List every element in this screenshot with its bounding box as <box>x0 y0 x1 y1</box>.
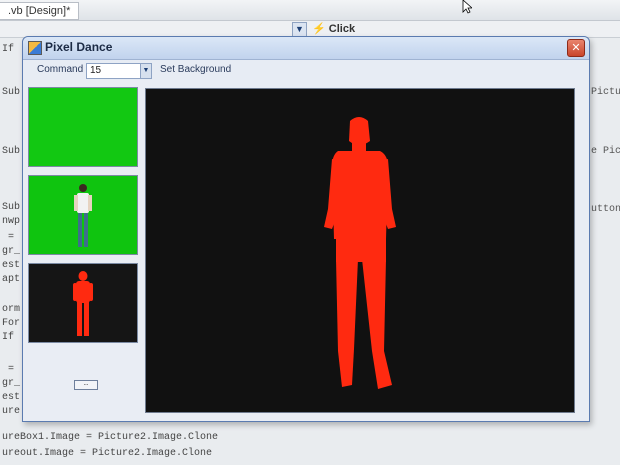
code-line: est <box>2 260 21 271</box>
chevron-down-icon[interactable]: ▼ <box>140 64 151 78</box>
window-title: Pixel Dance <box>45 40 113 54</box>
code-line: e Pic <box>591 146 620 157</box>
code-line: orm <box>2 304 21 315</box>
code-line: Sub <box>2 202 21 213</box>
set-background-button[interactable]: Set Background <box>160 64 231 75</box>
mouse-cursor-icon <box>462 0 472 14</box>
person-figure <box>74 184 92 247</box>
background-thumbnail[interactable] <box>28 87 138 167</box>
code-line: gr_ <box>2 378 21 389</box>
app-icon <box>28 41 42 55</box>
event-dropdown-label: Click <box>328 23 356 35</box>
object-dropdown-arrow-icon[interactable]: ▼ <box>292 22 307 37</box>
code-line: est <box>2 392 21 403</box>
small-action-button[interactable]: ... <box>74 380 98 390</box>
code-line: nwp <box>2 216 21 227</box>
code-line: Sub <box>2 146 21 157</box>
code-line: = <box>8 232 15 243</box>
camera-frame-thumbnail[interactable] <box>28 175 138 255</box>
silhouette-figure <box>73 271 93 336</box>
code-line: If <box>2 332 15 343</box>
code-line: ure <box>2 406 21 417</box>
window-titlebar[interactable]: Pixel Dance ✕ <box>23 37 589 60</box>
command-value: 15 <box>90 65 102 76</box>
code-line: ureBox1.Image = Picture2.Image.Clone <box>2 432 219 443</box>
code-line: Sub <box>2 87 21 98</box>
lightning-icon: ⚡ <box>312 23 326 35</box>
close-icon: ✕ <box>571 42 581 54</box>
code-line: gr_ <box>2 246 21 257</box>
silhouette-thumbnail[interactable] <box>28 263 138 343</box>
code-line: utton <box>591 204 620 215</box>
code-line: For <box>2 318 21 329</box>
close-button[interactable]: ✕ <box>567 39 585 57</box>
command-select[interactable]: 15 ▼ <box>86 63 152 79</box>
pixel-dance-window: Pixel Dance ✕ Command 15 ▼ Set Backgroun… <box>22 36 590 422</box>
toolbar: Command 15 ▼ Set Background <box>23 60 589 80</box>
code-line: ureout.Image = Picture2.Image.Clone <box>2 448 213 459</box>
code-line: Pictu <box>591 87 620 98</box>
code-line: = <box>8 364 15 375</box>
ide-designer-tab[interactable]: .vb [Design]* <box>0 2 80 20</box>
command-label: Command <box>37 64 84 75</box>
ide-tab-strip: .vb [Design]* <box>0 0 620 21</box>
code-line: If <box>2 44 15 55</box>
output-preview <box>145 88 575 413</box>
event-dropdown[interactable]: ⚡ Click <box>312 21 355 37</box>
large-silhouette <box>324 117 396 389</box>
code-line: apt <box>2 274 21 285</box>
